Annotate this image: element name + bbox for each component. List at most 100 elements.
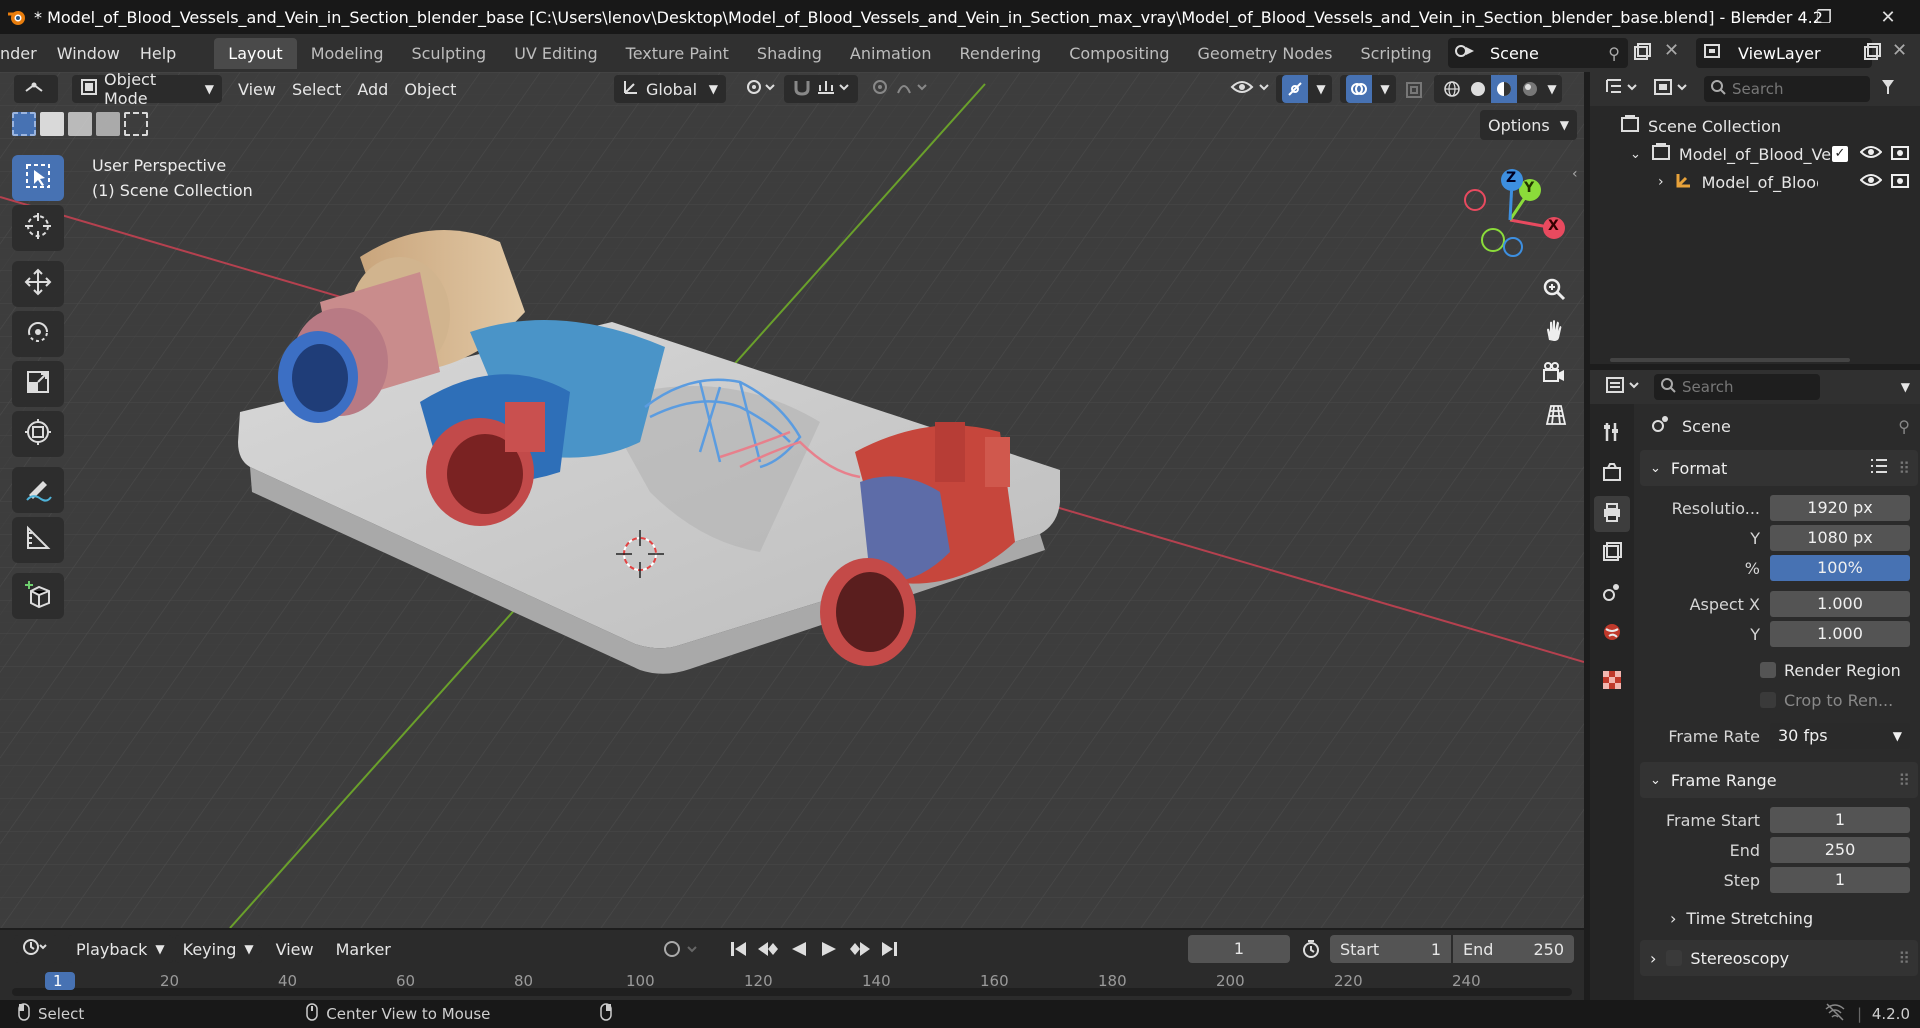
select-subtract-icon[interactable] <box>68 112 92 136</box>
next-keyframe-icon[interactable] <box>846 936 872 966</box>
ortho-toggle-button[interactable] <box>1535 398 1573 436</box>
menu-object[interactable]: Object <box>396 75 464 103</box>
properties-editor-icon[interactable] <box>1604 374 1644 400</box>
jump-start-icon[interactable] <box>726 936 752 966</box>
chevron-right-icon[interactable]: › <box>1658 174 1664 190</box>
visibility-toggle[interactable] <box>1222 75 1278 103</box>
tab-sculpting[interactable]: Sculpting <box>397 38 500 69</box>
auto-keying-icon[interactable] <box>662 939 702 963</box>
checkbox[interactable] <box>1666 950 1683 966</box>
tab-view-layer[interactable] <box>1594 536 1630 572</box>
play-reverse-icon[interactable] <box>786 936 812 966</box>
menu-help[interactable]: Help <box>130 44 186 63</box>
move-tool[interactable] <box>12 261 64 307</box>
outliner-row-scene-collection[interactable]: Scene Collection <box>1590 112 1920 140</box>
add-cube-tool[interactable] <box>12 573 64 619</box>
frame-end-field[interactable]: 250 <box>1770 837 1910 863</box>
camera-view-button[interactable] <box>1535 356 1573 394</box>
tab-render[interactable] <box>1594 456 1630 492</box>
scene-selector[interactable]: Scene ⚲ <box>1448 38 1628 68</box>
prev-keyframe-icon[interactable] <box>756 936 782 966</box>
resolution-x-field[interactable]: 1920 px <box>1770 495 1910 521</box>
select-invert-icon[interactable] <box>96 112 120 136</box>
drag-handle-icon[interactable]: ⠿ <box>1898 949 1910 968</box>
menu-add[interactable]: Add <box>349 75 396 103</box>
select-box-tool[interactable] <box>12 155 64 201</box>
menu-render[interactable]: nder <box>0 44 47 63</box>
new-scene-icon[interactable] <box>1632 42 1652 66</box>
transform-tool[interactable] <box>12 411 64 457</box>
outliner-editor-icon[interactable] <box>1604 76 1640 102</box>
tab-animation[interactable]: Animation <box>836 38 946 69</box>
select-intersect-icon[interactable] <box>124 112 148 136</box>
drag-handle-icon[interactable]: ⠿ <box>1898 771 1910 790</box>
end-frame-field[interactable]: End 250 <box>1453 935 1574 963</box>
marker-menu[interactable]: Marker <box>328 935 399 963</box>
resolution-percent-field[interactable]: 100% <box>1770 555 1910 581</box>
tab-uv-editing[interactable]: UV Editing <box>500 38 611 69</box>
presets-list-icon[interactable] <box>1870 458 1888 478</box>
tab-output[interactable] <box>1594 496 1630 532</box>
timeline-ruler[interactable]: 1 20 40 60 80 100 120 140 160 180 200 22… <box>0 970 1584 1000</box>
tab-shading[interactable]: Shading <box>743 38 836 69</box>
properties-search-input[interactable]: Search <box>1654 374 1820 400</box>
restore-button[interactable]: ❐ <box>1792 0 1856 34</box>
scale-tool[interactable] <box>12 361 64 407</box>
eye-icon[interactable] <box>1859 144 1883 164</box>
frame-range-panel-header[interactable]: ⌄ Frame Range ⠿ <box>1640 762 1918 798</box>
camera-icon[interactable] <box>1890 171 1910 193</box>
proportional-edit-button[interactable] <box>862 75 938 103</box>
outliner-row-object[interactable]: › Model_of_Blood <box>1590 168 1920 196</box>
pivot-point-button[interactable] <box>736 75 786 103</box>
gizmo-toggle[interactable]: ▼ <box>1276 75 1332 103</box>
3d-viewport[interactable] <box>0 72 1584 928</box>
aspect-x-field[interactable]: 1.000 <box>1770 591 1910 617</box>
jump-end-icon[interactable] <box>876 936 902 966</box>
navigation-gizmo[interactable]: X Y Z <box>1450 160 1570 280</box>
playback-menu[interactable]: Playback ▼ <box>68 935 173 963</box>
snap-button[interactable] <box>784 75 858 103</box>
tab-modeling[interactable]: Modeling <box>297 38 398 69</box>
delete-scene-icon[interactable]: ✕ <box>1664 40 1679 61</box>
chevron-down-icon[interactable]: ⌄ <box>1630 147 1641 162</box>
annotate-tool[interactable] <box>12 467 64 513</box>
eye-icon[interactable] <box>1859 172 1883 192</box>
filter-icon[interactable] <box>1880 77 1896 101</box>
tab-texture[interactable] <box>1594 664 1630 700</box>
frame-start-field[interactable]: 1 <box>1770 807 1910 833</box>
solid-shading-icon[interactable] <box>1465 80 1491 98</box>
zoom-button[interactable] <box>1535 272 1573 310</box>
timeline-view-menu[interactable]: View <box>268 935 322 963</box>
pin-icon[interactable]: ⚲ <box>1608 44 1620 63</box>
menu-select[interactable]: Select <box>284 75 349 103</box>
options-dropdown[interactable]: Options ▼ <box>1480 110 1577 140</box>
select-new-icon[interactable] <box>12 112 36 136</box>
measure-tool[interactable] <box>12 517 64 563</box>
menu-view[interactable]: View <box>230 75 284 103</box>
tab-texture-paint[interactable]: Texture Paint <box>612 38 743 69</box>
pan-button[interactable] <box>1535 314 1573 352</box>
chevron-down-icon[interactable]: ▼ <box>1547 82 1556 96</box>
new-view-layer-icon[interactable] <box>1862 42 1882 66</box>
editor-type-button[interactable] <box>14 75 58 103</box>
minimize-button[interactable]: — <box>1728 0 1792 34</box>
outliner-scrollbar[interactable] <box>1610 358 1850 362</box>
mode-dropdown[interactable]: Object Mode ▼ <box>72 70 222 108</box>
stopwatch-icon[interactable] <box>1300 939 1322 963</box>
crop-checkbox[interactable]: Crop to Ren... <box>1640 686 1918 714</box>
tab-compositing[interactable]: Compositing <box>1055 38 1183 69</box>
menu-window[interactable]: Window <box>47 44 130 63</box>
checkbox[interactable] <box>1760 692 1776 708</box>
transform-orientation-dropdown[interactable]: Global ▼ <box>614 75 726 103</box>
current-frame-field[interactable]: 1 <box>1188 935 1290 963</box>
wireframe-shading-icon[interactable] <box>1439 80 1465 98</box>
rendered-shading-icon[interactable] <box>1517 80 1543 98</box>
play-icon[interactable] <box>816 936 842 966</box>
format-panel-header[interactable]: ⌄ Format ⠿ <box>1640 450 1918 486</box>
tab-scripting[interactable]: Scripting <box>1346 38 1445 69</box>
tab-tool[interactable] <box>1594 416 1630 452</box>
delete-view-layer-icon[interactable]: ✕ <box>1892 40 1907 61</box>
camera-icon[interactable] <box>1890 143 1910 165</box>
time-stretching-subpanel[interactable]: › Time Stretching <box>1640 904 1918 932</box>
pin-icon[interactable]: ⚲ <box>1898 417 1910 436</box>
